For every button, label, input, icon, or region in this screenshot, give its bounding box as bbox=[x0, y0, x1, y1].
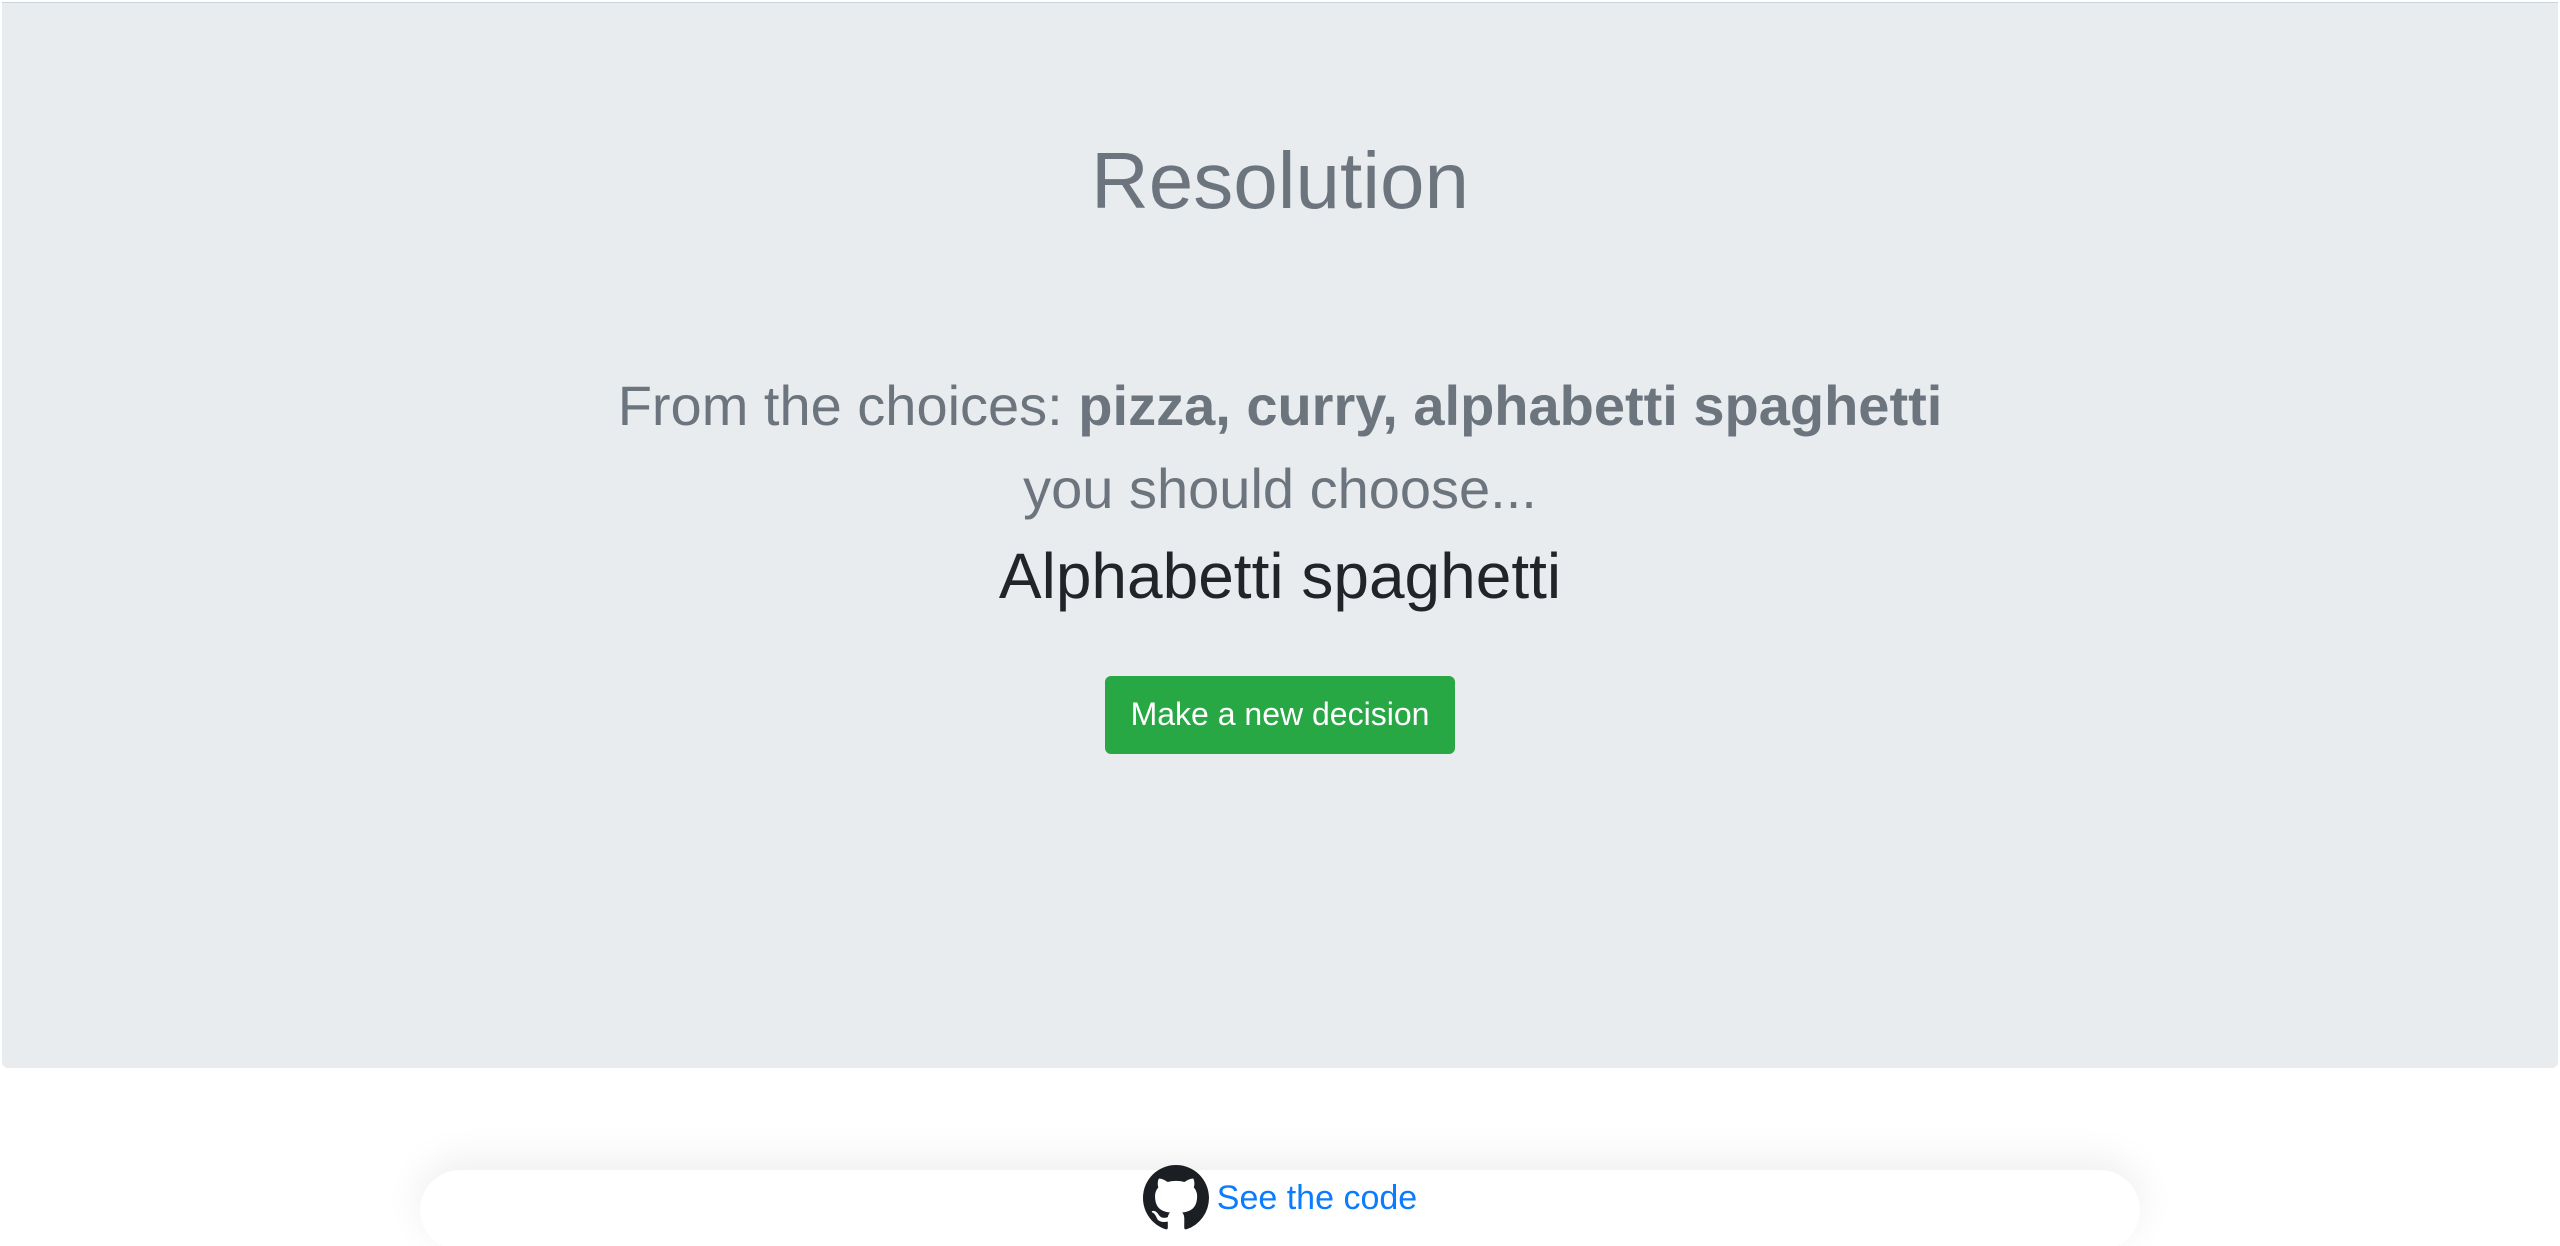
choices-line: From the choices: pizza, curry, alphabet… bbox=[2, 368, 2558, 444]
github-icon bbox=[1142, 1165, 1209, 1231]
choices-list: pizza, curry, alphabetti spaghetti bbox=[1078, 374, 1943, 437]
button-wrapper: Make a new decision bbox=[2, 676, 2558, 754]
page-title: Resolution bbox=[1090, 136, 1469, 225]
page: Resolution From the choices: pizza, curr… bbox=[0, 0, 2560, 1246]
see-the-code-link[interactable]: See the code bbox=[1142, 1165, 1418, 1231]
new-decision-button[interactable]: Make a new decision bbox=[1104, 676, 1456, 754]
decision-result: Alphabetti spaghetti bbox=[998, 540, 1562, 612]
see-the-code-label: See the code bbox=[1216, 1179, 1418, 1217]
choices-prefix: From the choices: bbox=[617, 374, 1079, 437]
hero-panel: Resolution From the choices: pizza, curr… bbox=[2, 2, 2558, 1068]
should-choose-text: you should choose... bbox=[1023, 457, 1537, 520]
footer: See the code bbox=[0, 1165, 2560, 1236]
